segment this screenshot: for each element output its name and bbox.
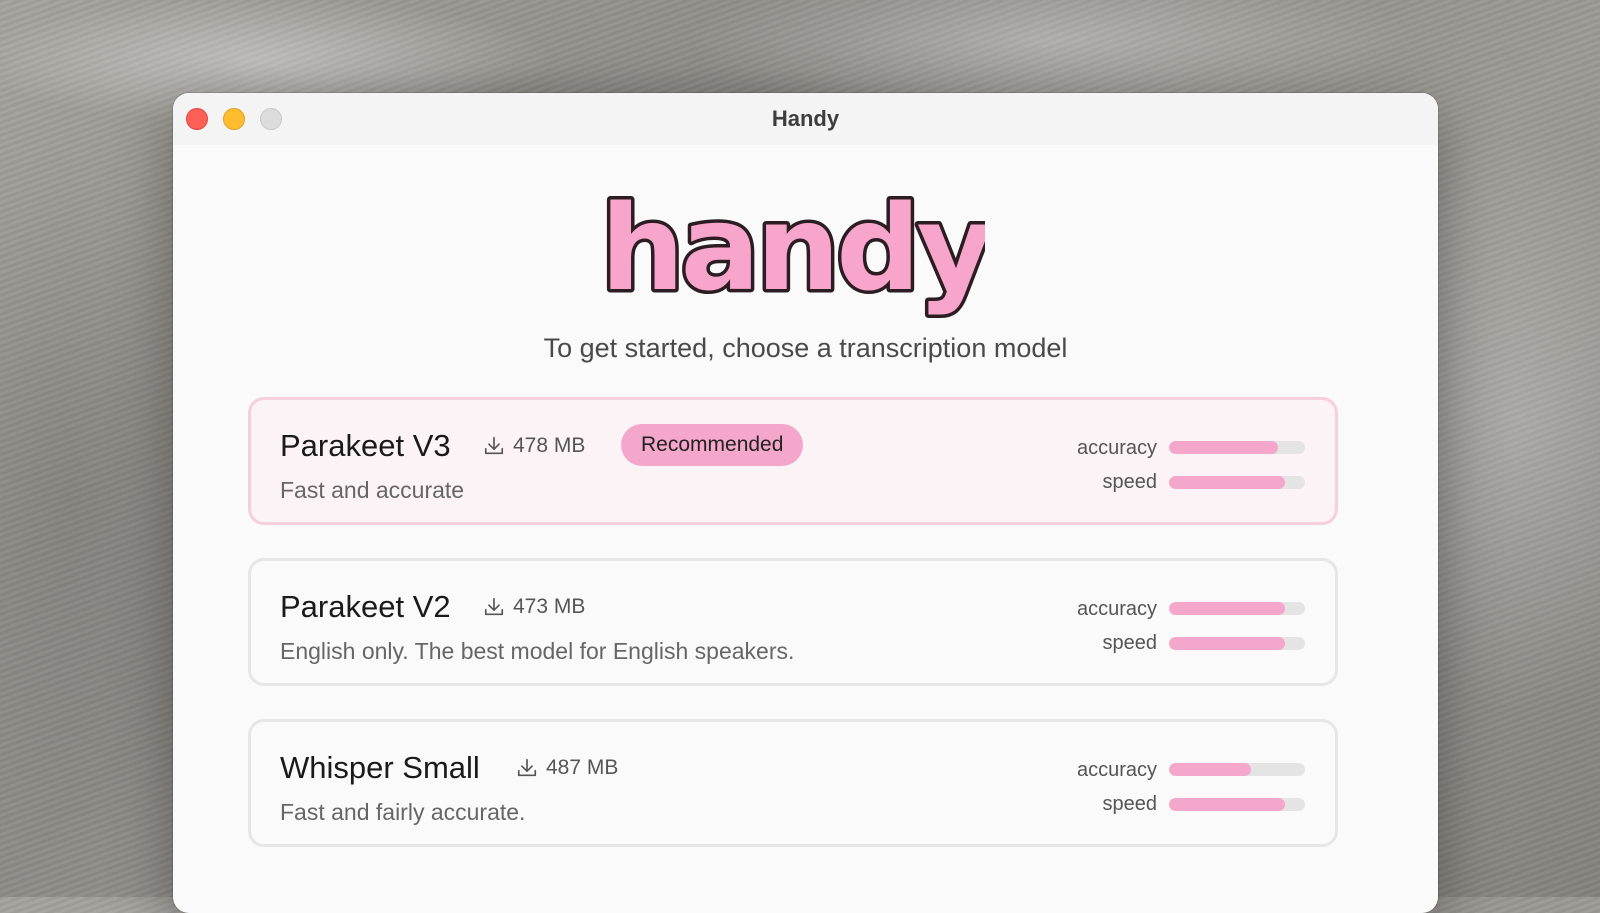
window-title: Handy [771,106,840,131]
model-size: 478 MB [483,434,585,458]
accuracy-bar-fill [1169,441,1278,454]
model-description: Fast and accurate [280,477,465,503]
model-size-label: 473 MB [513,595,586,618]
accuracy-label: accuracy [1076,598,1157,620]
speed-bar [1169,637,1305,650]
speed-bar [1169,476,1305,489]
download-icon [484,597,504,616]
speed-bar [1169,798,1305,811]
model-size: 487 MB [516,756,618,780]
speed-label: speed [1102,793,1158,815]
accuracy-bar-fill [1169,763,1251,776]
recommended-badge: Recommended [621,424,804,466]
model-size: 473 MB [483,595,585,619]
accuracy-bar [1169,602,1305,615]
speed-label: speed [1102,632,1158,654]
download-icon [517,758,537,777]
title-bar: Handy [173,93,1438,145]
model-card-parakeet-v3[interactable]: Parakeet V3 478 MB Recommended Fast and … [248,397,1338,525]
model-description: Fast and fairly accurate. [280,799,526,825]
model-size-label: 487 MB [546,756,619,779]
onboarding-subtitle: To get started, choose a transcription m… [543,333,1068,363]
model-name: Parakeet V2 [280,589,451,624]
speed-bar-fill [1169,798,1285,811]
model-name: Whisper Small [280,750,480,785]
model-card-whisper-small[interactable]: Whisper Small 487 MB Fast and fairly acc… [248,719,1338,847]
model-description: English only. The best model for English… [280,638,795,664]
speed-bar-fill [1169,637,1285,650]
app-window: Handy handy To get started, choose a tra… [173,93,1438,913]
accuracy-label: accuracy [1076,437,1157,459]
accuracy-bar [1169,763,1305,776]
accuracy-bar-fill [1169,602,1285,615]
logo-text: handy [605,181,985,317]
accuracy-bar [1169,441,1305,454]
speed-bar-fill [1169,476,1285,489]
handy-logo: handy [605,181,985,321]
speed-label: speed [1102,471,1158,493]
download-icon [484,436,504,455]
model-card-parakeet-v2[interactable]: Parakeet V2 473 MB English only. The bes… [248,558,1338,686]
model-size-label: 478 MB [513,434,586,457]
model-name: Parakeet V3 [280,428,451,463]
accuracy-label: accuracy [1076,759,1157,781]
